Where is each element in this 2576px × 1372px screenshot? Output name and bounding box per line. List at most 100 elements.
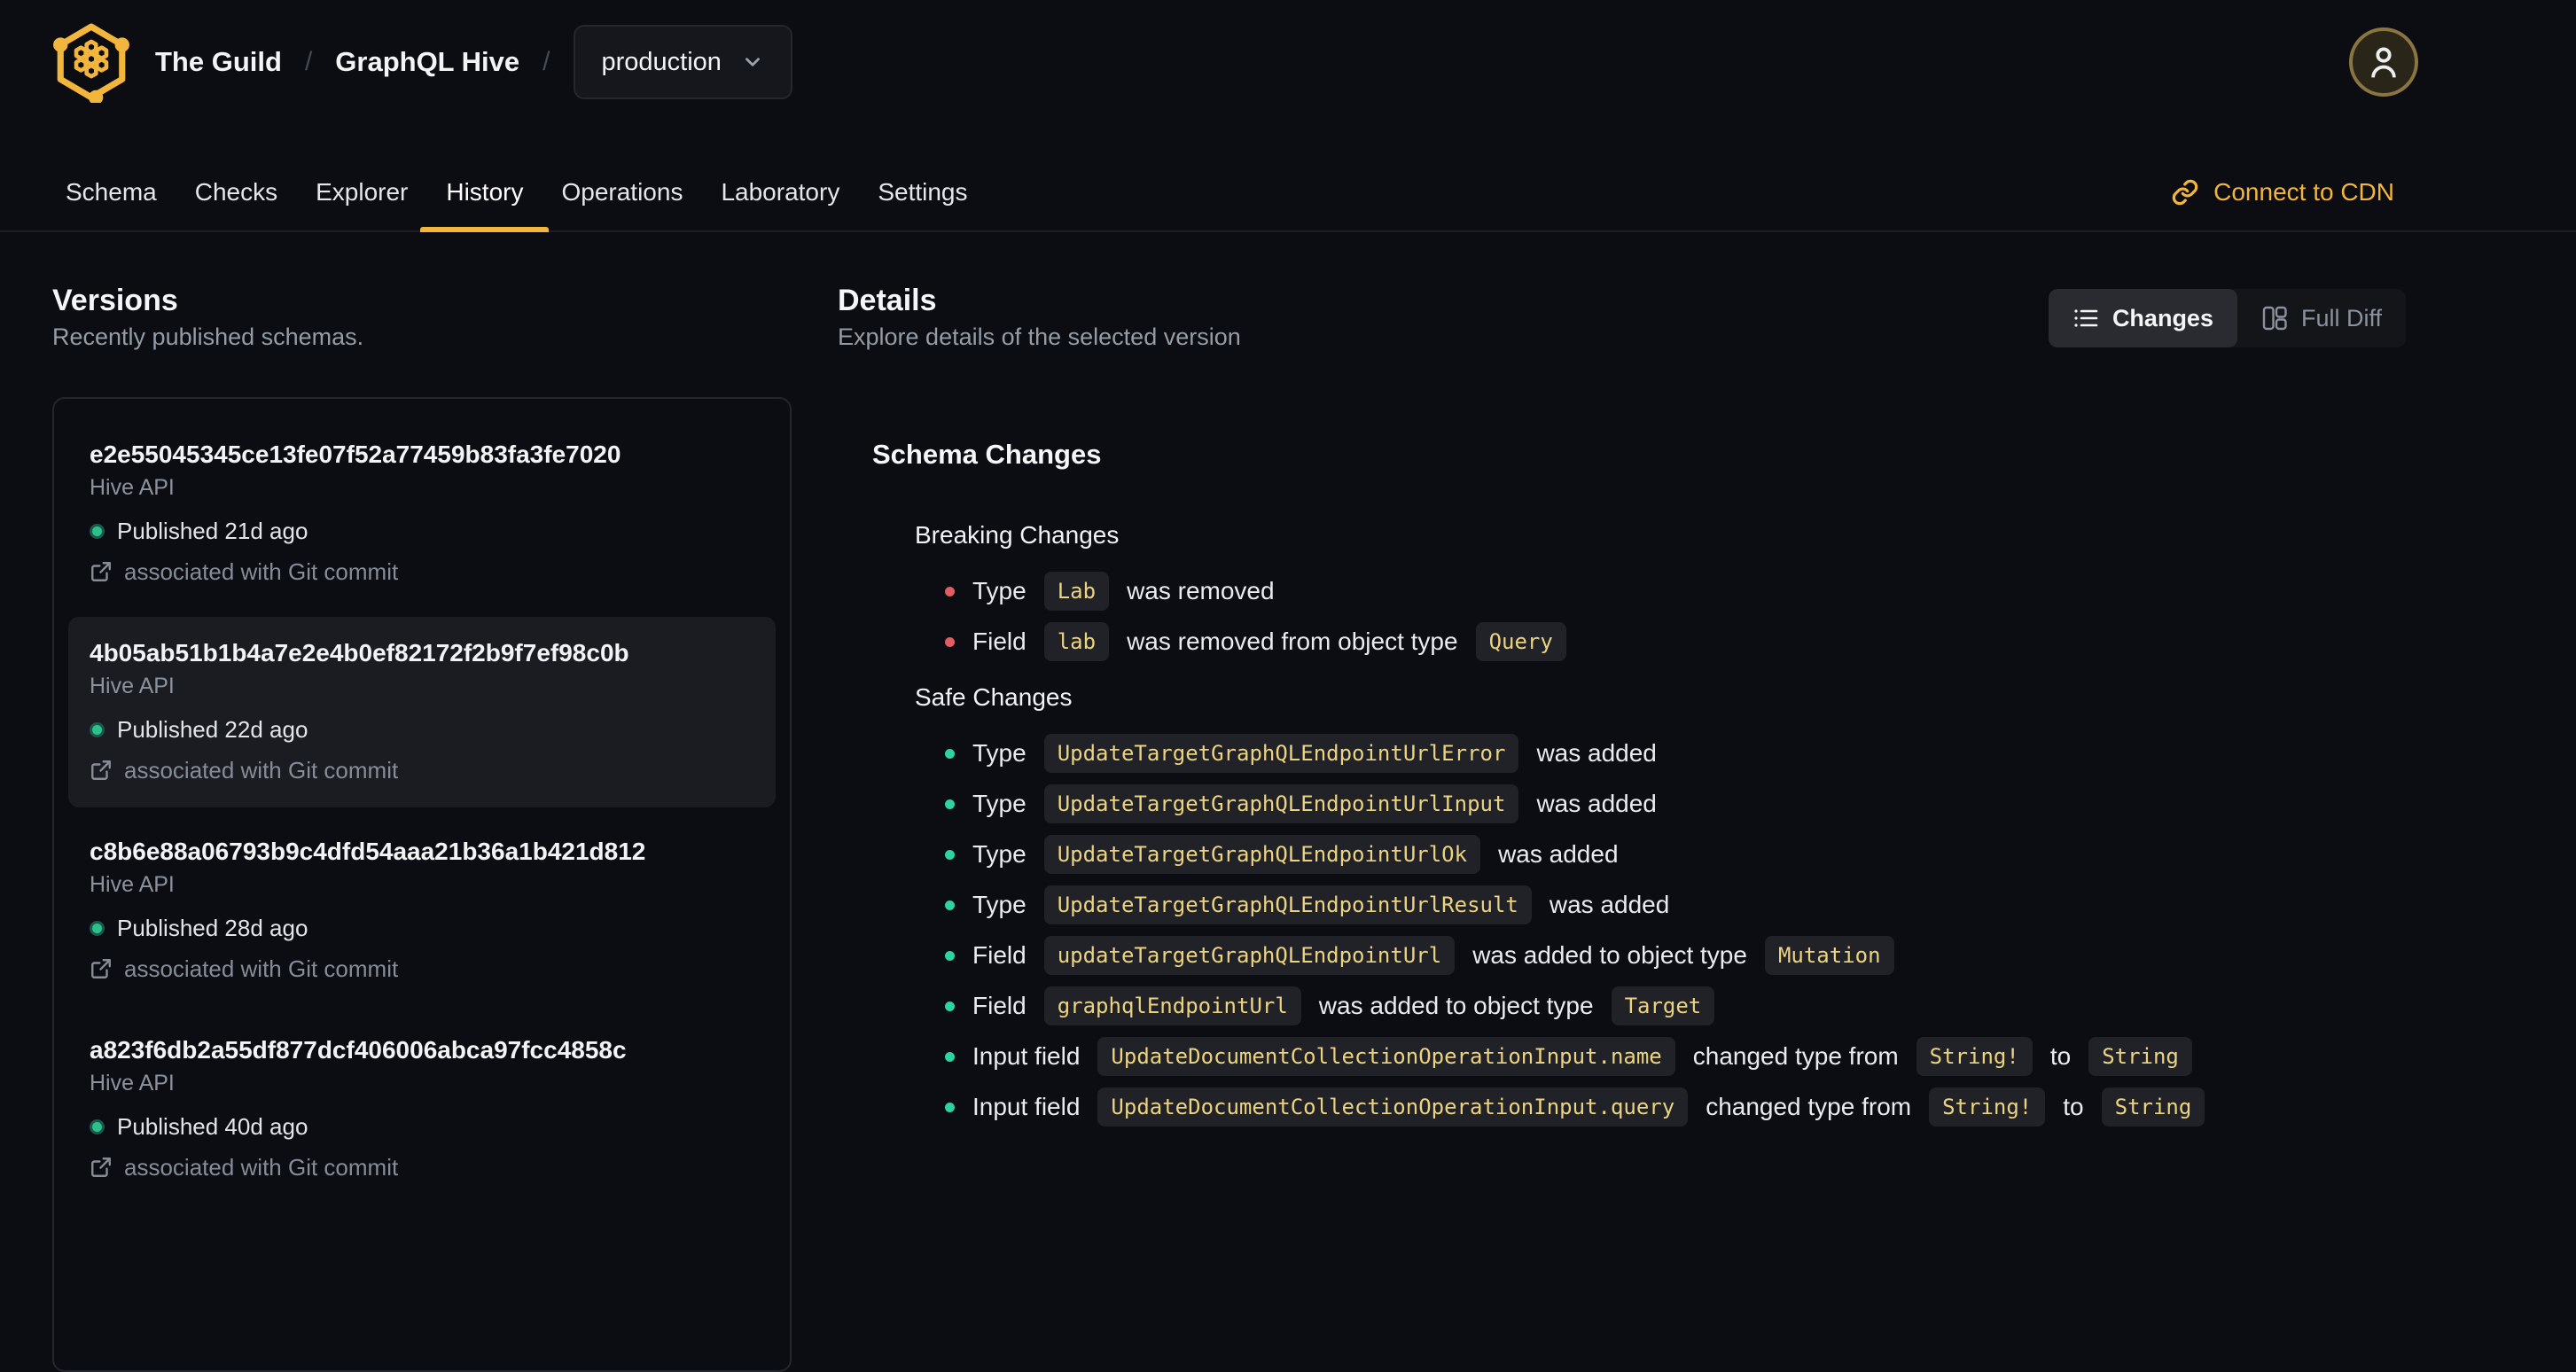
tab-operations[interactable]: Operations [549,177,695,207]
version-service: Hive API [90,1071,175,1095]
change-text: was removed from object type [1127,628,1458,655]
version-status: Published 28d ago [90,914,754,942]
change-text: Field [972,992,1026,1019]
main-content: Versions Recently published schemas. e2e… [0,232,2576,1372]
change-row: Field graphqlEndpointUrl was added to obje… [945,986,2406,1025]
version-card[interactable]: 4b05ab51b1b4a7e2e4b0ef82172f2b9f7ef98c0b… [68,617,776,807]
split-columns-icon [2262,306,2287,331]
published-dot [90,1119,105,1134]
connect-to-cdn-button[interactable]: Connect to CDN [2171,177,2394,207]
safe-bullet-icon [945,799,955,809]
details-title: Details [838,284,937,317]
version-hash: 4b05ab51b1b4a7e2e4b0ef82172f2b9f7ef98c0b [90,639,629,667]
safe-changes-title: Safe Changes [915,683,1073,711]
change-code-chip: String! [1916,1037,2033,1076]
change-text: was added [1536,739,1657,767]
breaking-changes-group: Breaking Changes Type Lab was removed Field… [872,520,2406,1126]
git-commit-link[interactable]: associated with Git commit [90,557,754,586]
changes-view-label: Changes [2112,304,2213,331]
versions-panel: Versions Recently published schemas. e2e… [52,283,792,1372]
details-panel: Details Explore details of the selected … [838,283,2406,1372]
user-icon [2371,47,2396,78]
safe-bullet-icon [945,1051,955,1062]
git-commit-label: associated with Git commit [124,1154,399,1181]
git-commit-label: associated with Git commit [124,955,399,982]
change-row: Type UpdateTargetGraphQLEndpointUrlInput w… [945,784,2406,823]
change-code-chip: String [2088,1037,2192,1076]
git-commit-link[interactable]: associated with Git commit [90,1153,754,1181]
versions-list: e2e55045345ce13fe07f52a77459b83fa3fe7020… [52,397,792,1372]
breadcrumb-project[interactable]: GraphQL Hive [335,46,519,78]
breaking-bullet-icon [945,636,955,647]
change-text: Type [972,891,1026,918]
tab-history[interactable]: History [420,177,550,232]
change-code-chip: UpdateTargetGraphQLEndpointUrlOk [1043,835,1481,874]
change-row: Field updateTargetGraphQLEndpointUrl was a… [945,936,2406,975]
external-link-icon [91,959,111,978]
app-header: The Guild / GraphQL Hive / production [0,0,2576,124]
external-link-icon [91,760,111,780]
full-diff-view-button[interactable]: Full Diff [2237,289,2406,347]
safe-bullet-icon [945,1102,955,1112]
safe-bullet-icon [945,849,955,860]
breadcrumb-org[interactable]: The Guild [155,46,282,78]
view-toggle: Changes Full Diff [2048,289,2406,347]
versions-subtitle: Recently published schemas. [52,324,364,350]
change-code-chip: lab [1043,622,1110,661]
tab-list: Schema Checks Explorer History Operations Lab… [53,177,980,232]
target-selector-value: production [601,47,722,76]
change-text: Input field [972,1093,1081,1120]
tab-laboratory[interactable]: Laboratory [708,177,852,207]
tab-schema[interactable]: Schema [53,177,169,207]
hive-logo-icon[interactable] [51,21,132,103]
git-commit-link[interactable]: associated with Git commit [90,756,754,784]
change-row: Type UpdateTargetGraphQLEndpointUrlError w… [945,734,2406,773]
schema-changes-title: Schema Changes [872,439,1102,470]
change-code-chip: String [2101,1087,2205,1126]
list-icon [2074,309,2098,327]
published-label: Published 40d ago [117,1113,308,1140]
change-text: was added [1549,891,1670,918]
user-avatar-button[interactable] [2349,27,2418,97]
safe-bullet-icon [945,1001,955,1011]
breadcrumb-separator: / [543,47,550,76]
change-text: was added [1536,790,1657,817]
external-link-icon [91,1158,111,1177]
breaking-bullet-icon [945,586,955,596]
change-code-chip: Target [1611,986,1715,1025]
change-code-chip: UpdateDocumentCollectionOperationInput.q… [1097,1087,1689,1126]
change-text: to [2063,1093,2084,1120]
published-label: Published 28d ago [117,915,308,941]
change-text: was added [1498,840,1619,868]
version-card[interactable]: c8b6e88a06793b9c4dfd54aaa21b36a1b421d812… [68,815,776,1006]
version-hash: e2e55045345ce13fe07f52a77459b83fa3fe7020 [90,440,621,468]
full-diff-view-label: Full Diff [2300,304,2382,331]
published-dot [90,920,105,936]
change-text: Type [972,840,1026,868]
target-selector[interactable]: production [573,25,792,99]
git-commit-label: associated with Git commit [124,558,399,585]
published-label: Published 21d ago [117,518,308,544]
target-nav: Schema Checks Explorer History Operations Lab… [0,124,2576,232]
change-code-chip: Mutation [1764,936,1894,975]
safe-changes-list: Type UpdateTargetGraphQLEndpointUrlError w… [915,734,2406,1126]
published-dot [90,721,105,737]
change-text: Type [972,577,1026,604]
version-card[interactable]: a823f6db2a55df877dcf406006abca97fcc4858c… [68,1014,776,1204]
tab-settings[interactable]: Settings [865,177,980,207]
schema-changes-section: Schema Changes Breaking Changes Type Lab w… [838,438,2406,1126]
safe-bullet-icon [945,748,955,759]
tab-checks[interactable]: Checks [183,177,290,207]
changes-view-button[interactable]: Changes [2048,289,2237,347]
change-row: Type Lab was removed [945,572,2406,611]
git-commit-link[interactable]: associated with Git commit [90,955,754,983]
version-card[interactable]: e2e55045345ce13fe07f52a77459b83fa3fe7020… [68,418,776,609]
change-text: Type [972,739,1026,767]
version-service: Hive API [90,872,175,897]
change-code-chip: UpdateTargetGraphQLEndpointUrlResult [1043,885,1532,924]
change-code-chip: Query [1475,622,1566,661]
tab-explorer[interactable]: Explorer [303,177,420,207]
version-hash: c8b6e88a06793b9c4dfd54aaa21b36a1b421d812 [90,838,646,865]
change-code-chip: Lab [1043,572,1110,611]
change-text: changed type from [1706,1093,1912,1120]
